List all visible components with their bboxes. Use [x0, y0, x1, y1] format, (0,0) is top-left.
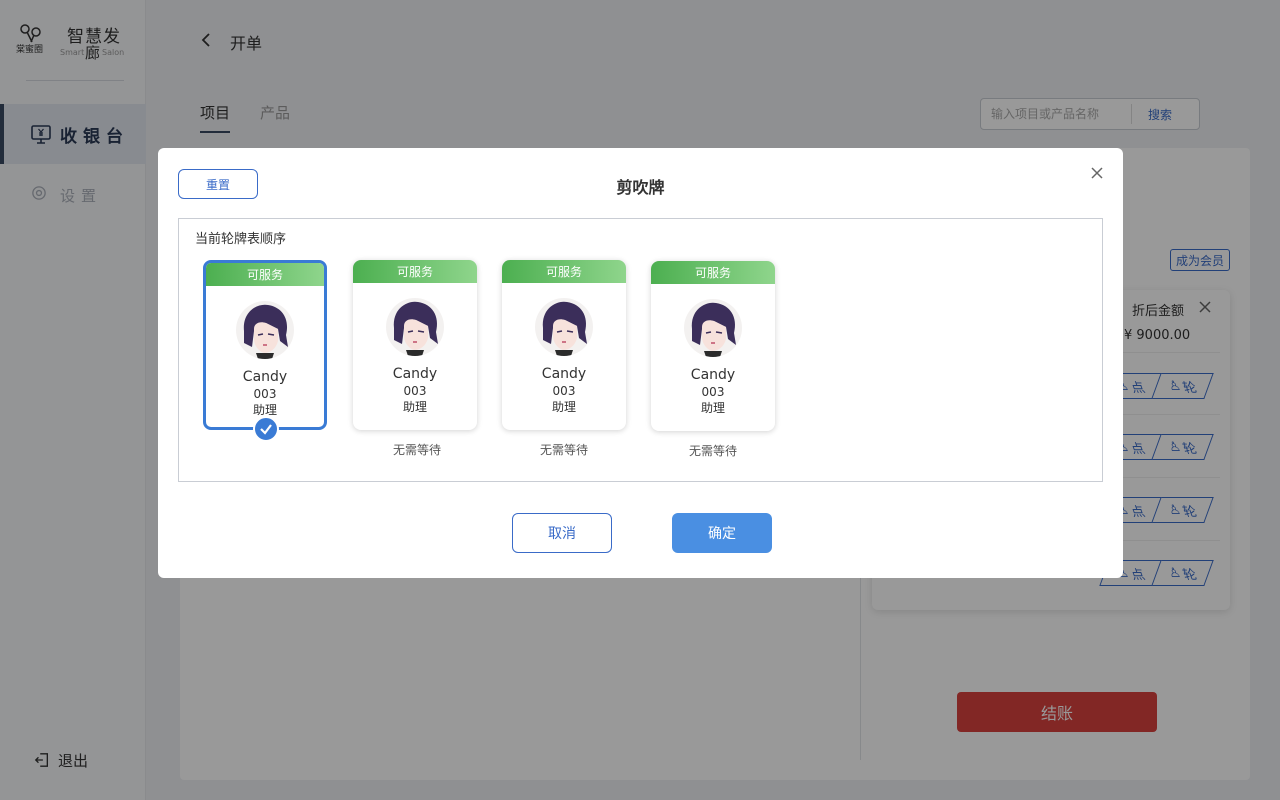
avatar	[236, 301, 294, 359]
staff-role: 助理	[700, 401, 725, 415]
staff-name: Candy	[242, 369, 288, 385]
wait-status: 无需等待	[539, 443, 588, 457]
confirm-button[interactable]: 确定	[672, 513, 772, 553]
cancel-button[interactable]: 取消	[512, 513, 612, 553]
staff-code: 003	[552, 384, 576, 398]
staff-name: Candy	[690, 367, 736, 383]
wait-status: 无需等待	[392, 443, 441, 457]
status-badge: 可服务	[206, 263, 324, 286]
staff-card[interactable]: 可服务 Candy 003 助理	[353, 260, 477, 430]
staff-role: 助理	[402, 400, 427, 414]
avatar	[535, 298, 593, 356]
staff-role: 助理	[551, 400, 576, 414]
rotation-board-dialog: 重置 剪吹牌 当前轮牌表顺序 可服务 Candy 003 助理 可服务 Cand…	[158, 148, 1123, 578]
staff-card[interactable]: 可服务 Candy 003 助理	[651, 261, 775, 431]
dialog-title: 剪吹牌	[616, 178, 665, 197]
status-badge: 可服务	[502, 260, 626, 283]
staff-code: 003	[701, 385, 725, 399]
status-badge: 可服务	[651, 261, 775, 284]
staff-name: Candy	[392, 366, 438, 382]
staff-card[interactable]: 可服务 Candy 003 助理	[203, 260, 327, 430]
rotation-order-panel: 当前轮牌表顺序 可服务 Candy 003 助理 可服务 Candy 003 助…	[178, 218, 1103, 482]
staff-name: Candy	[541, 366, 587, 382]
wait-status: 无需等待	[688, 444, 737, 458]
status-badge: 可服务	[353, 260, 477, 283]
staff-code: 003	[403, 384, 427, 398]
avatar	[684, 299, 742, 357]
check-icon	[253, 416, 279, 442]
section-label: 当前轮牌表顺序	[195, 232, 287, 247]
close-icon[interactable]	[1090, 166, 1104, 180]
staff-card[interactable]: 可服务 Candy 003 助理	[502, 260, 626, 430]
avatar	[386, 298, 444, 356]
staff-code: 003	[253, 387, 277, 401]
